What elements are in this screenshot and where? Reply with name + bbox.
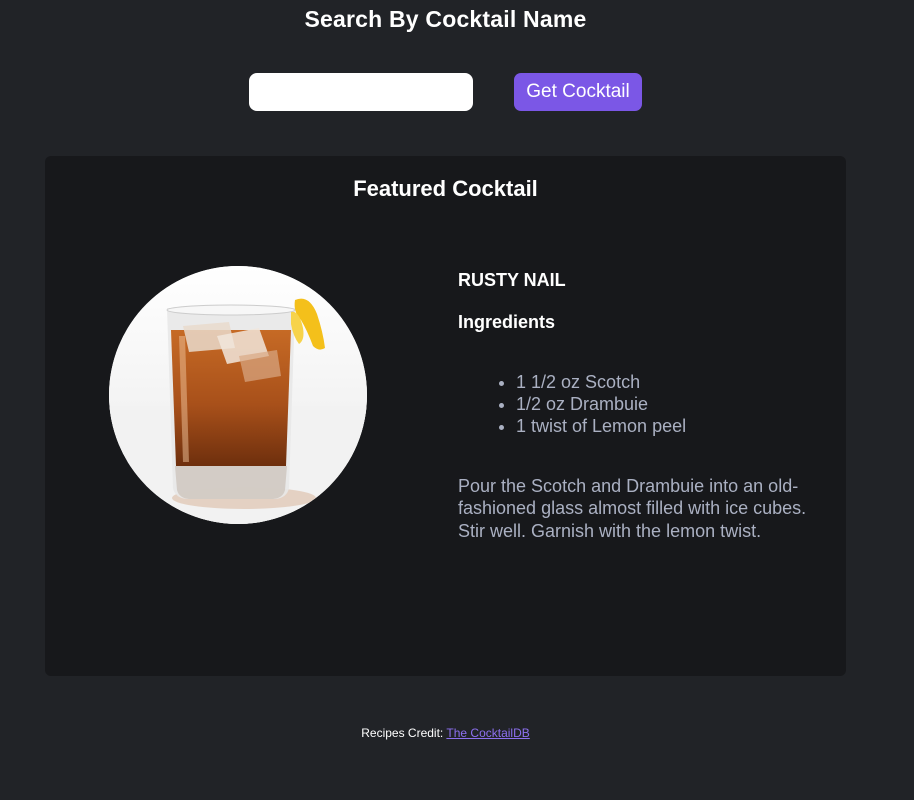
footer-credit: Recipes Credit: The CocktailDB	[0, 726, 891, 740]
ingredient-item: 1/2 oz Drambuie	[516, 393, 828, 415]
featured-heading: Featured Cocktail	[353, 176, 538, 201]
cocktail-instructions: Pour the Scotch and Drambuie into an old…	[458, 476, 807, 541]
cocktail-image	[109, 266, 367, 524]
get-cocktail-button[interactable]: Get Cocktail	[514, 73, 642, 111]
page-title: Search By Cocktail Name	[304, 6, 587, 32]
ingredient-item: 1 1/2 oz Scotch	[516, 371, 828, 393]
ingredient-item: 1 twist of Lemon peel	[516, 415, 828, 437]
ingredients-list: 1 1/2 oz Scotch 1/2 oz Drambuie 1 twist …	[458, 371, 828, 437]
search-input[interactable]	[249, 73, 473, 111]
ingredients-heading: Ingredients	[458, 312, 556, 332]
page: Search By Cocktail Name Get Cocktail Fea…	[0, 0, 914, 800]
credit-label: Recipes Credit:	[361, 726, 444, 740]
cocktail-details: RUSTY NAIL Ingredients 1 1/2 oz Scotch 1…	[458, 268, 828, 542]
featured-cocktail-card: Featured Cocktail RUSTY NAIL Ingredients…	[45, 156, 846, 676]
cocktail-name: RUSTY NAIL	[458, 270, 566, 290]
cocktaildb-link[interactable]: The CocktailDB	[446, 726, 529, 740]
